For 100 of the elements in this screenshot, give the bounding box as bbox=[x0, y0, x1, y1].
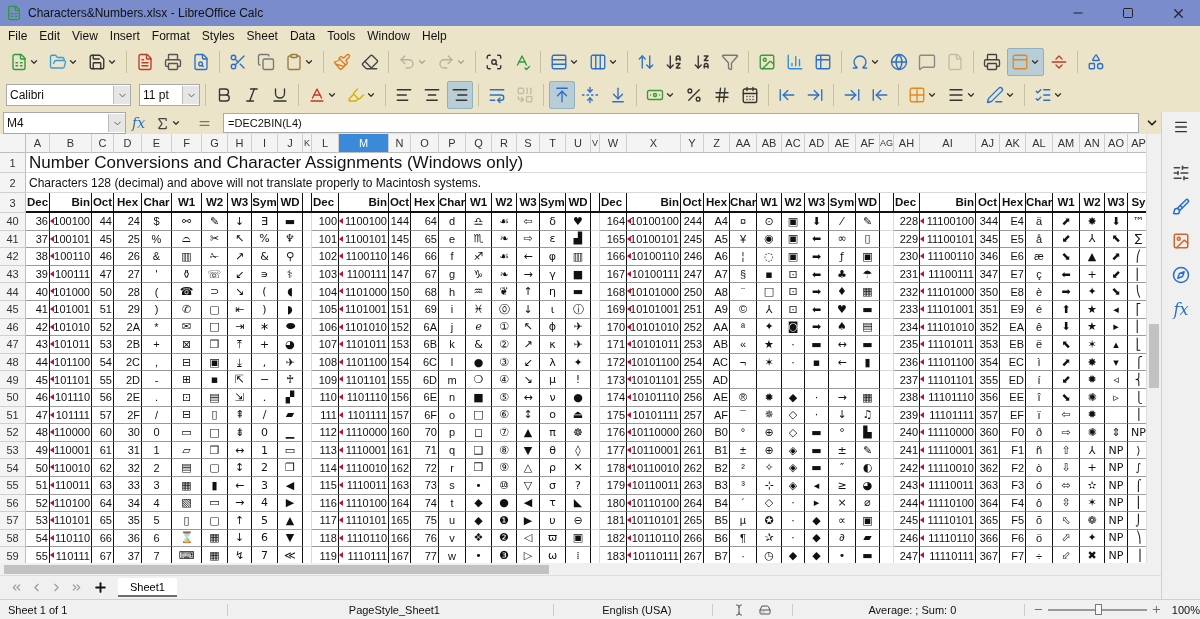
sheet-cell: F3 bbox=[1000, 476, 1026, 495]
column-header[interactable]: T bbox=[540, 134, 566, 153]
menu-item[interactable]: View bbox=[66, 26, 104, 45]
column-header[interactable]: J bbox=[278, 134, 303, 153]
column-header[interactable]: AC bbox=[782, 134, 805, 153]
sheet-cell: 233 bbox=[894, 300, 920, 319]
column-header[interactable]: U bbox=[566, 134, 591, 153]
column-header[interactable]: AG bbox=[880, 134, 894, 153]
sheet-cell: 109 bbox=[312, 371, 339, 389]
column-header[interactable]: AA bbox=[730, 134, 757, 153]
sheet-cell: 154 bbox=[389, 353, 411, 372]
sheet-cell: · bbox=[805, 406, 829, 425]
column-header[interactable]: N bbox=[389, 134, 411, 153]
font-name-field[interactable]: Calibri bbox=[6, 84, 131, 106]
sheet-cell: 101111 bbox=[50, 406, 92, 425]
row-header[interactable]: 59 bbox=[0, 547, 26, 563]
column-header[interactable]: AD bbox=[805, 134, 829, 153]
sheet-cell: 100110 bbox=[50, 248, 92, 266]
column-header[interactable]: S bbox=[517, 134, 540, 153]
sheet-cell: A8 bbox=[704, 283, 730, 301]
sheet-cell: 6B bbox=[411, 336, 439, 354]
menu-item[interactable]: Window bbox=[361, 26, 416, 45]
column-header[interactable]: D bbox=[114, 134, 142, 153]
column-header[interactable]: B bbox=[50, 134, 92, 153]
column-header[interactable]: R bbox=[492, 134, 517, 153]
row-header[interactable]: 2 bbox=[0, 173, 26, 193]
sheet-cell: ✎ bbox=[856, 213, 880, 231]
column-header[interactable]: H bbox=[228, 134, 252, 153]
sheet-cell: EB bbox=[1000, 336, 1026, 354]
column-header[interactable]: AF bbox=[856, 134, 880, 153]
row-header[interactable]: 40 bbox=[0, 213, 26, 231]
row-header[interactable]: 44 bbox=[0, 283, 26, 301]
column-header[interactable]: O bbox=[411, 134, 439, 153]
sheet-cell: ' bbox=[142, 265, 172, 284]
row-header[interactable]: 1 bbox=[0, 153, 26, 173]
functions-button[interactable]: fx bbox=[1166, 296, 1196, 322]
column-header[interactable]: Z bbox=[704, 134, 730, 153]
column-header[interactable]: G bbox=[202, 134, 228, 153]
row-header[interactable]: 3 bbox=[0, 193, 26, 213]
menu-item[interactable]: Format bbox=[145, 26, 196, 45]
font-size-field[interactable]: 11 pt bbox=[139, 84, 200, 106]
sheet-cell: 11110100 bbox=[920, 494, 976, 513]
sheet-cell: ⬈ bbox=[1053, 353, 1080, 372]
sheet-cell: ▯ bbox=[172, 512, 202, 530]
column-header[interactable]: AI bbox=[920, 134, 976, 153]
sheet-cell: 165 bbox=[600, 230, 627, 249]
column-header[interactable]: AE bbox=[829, 134, 856, 153]
sheet-cell: ★ bbox=[1080, 318, 1105, 337]
column-header[interactable]: AN bbox=[1080, 134, 1105, 153]
row-header[interactable]: 52 bbox=[0, 424, 26, 442]
sheet-cell: 101110 bbox=[50, 388, 92, 407]
column-header[interactable]: X bbox=[627, 134, 681, 153]
column-header[interactable]: E bbox=[142, 134, 172, 153]
formula-field[interactable]: =DEC2BIN(L4) bbox=[223, 113, 1139, 133]
menu-item[interactable]: Edit bbox=[33, 26, 67, 45]
menu-item[interactable]: Data bbox=[283, 26, 322, 45]
column-header[interactable]: L bbox=[312, 134, 339, 153]
sheet-cell: ⇱ bbox=[228, 371, 252, 389]
column-header[interactable]: AP bbox=[1128, 134, 1146, 153]
sheet-cell: ⓪ bbox=[492, 300, 517, 319]
menu-item[interactable]: Help bbox=[415, 26, 453, 45]
sheet-cell: 29 bbox=[114, 300, 142, 319]
row-header[interactable]: 49 bbox=[0, 371, 26, 389]
column-header[interactable]: AL bbox=[1026, 134, 1053, 153]
sheet-cell: ± bbox=[829, 441, 856, 460]
column-header[interactable]: AH bbox=[894, 134, 920, 153]
sheet-cell: 239 bbox=[894, 406, 920, 425]
row-header[interactable]: 57 bbox=[0, 512, 26, 530]
sheet-cell: B0 bbox=[704, 424, 730, 442]
column-header[interactable]: F bbox=[172, 134, 202, 153]
row-header[interactable]: 54 bbox=[0, 459, 26, 477]
column-header[interactable]: W bbox=[600, 134, 627, 153]
row-header[interactable]: 42 bbox=[0, 248, 26, 266]
sheet-cell: ⬊ bbox=[1053, 248, 1080, 266]
function-wizard-button[interactable]: fx bbox=[132, 115, 146, 131]
column-header[interactable]: AM bbox=[1053, 134, 1080, 153]
column-header[interactable]: C bbox=[92, 134, 114, 153]
name-box[interactable]: M4 bbox=[3, 112, 126, 134]
column-header[interactable]: I bbox=[252, 134, 278, 153]
column-header[interactable]: AB bbox=[757, 134, 782, 153]
column-header[interactable]: AK bbox=[1000, 134, 1026, 153]
column-header[interactable]: Q bbox=[466, 134, 492, 153]
sheet-cell: ♦ bbox=[829, 283, 856, 301]
column-header[interactable]: AJ bbox=[976, 134, 1000, 153]
column-header[interactable]: A bbox=[26, 134, 50, 153]
column-header[interactable]: P bbox=[439, 134, 466, 153]
row-header[interactable]: 47 bbox=[0, 336, 26, 354]
column-header[interactable]: M bbox=[339, 134, 389, 153]
column-header[interactable]: AO bbox=[1105, 134, 1128, 153]
sheet-cell: ⚱ bbox=[172, 265, 202, 284]
sheet-tab[interactable]: Sheet1 bbox=[118, 578, 177, 597]
menu-item[interactable]: Tools bbox=[321, 26, 362, 45]
menu-item[interactable]: File bbox=[2, 26, 34, 45]
sheet-cell: ↓ bbox=[228, 529, 252, 548]
sheet-cell: ◀ bbox=[278, 476, 303, 495]
menu-item[interactable]: Styles bbox=[195, 26, 241, 45]
menu-item[interactable]: Insert bbox=[103, 26, 146, 45]
column-header[interactable]: Y bbox=[681, 134, 704, 153]
sheet-cell: □ bbox=[757, 283, 782, 301]
menu-item[interactable]: Sheet bbox=[240, 26, 284, 45]
